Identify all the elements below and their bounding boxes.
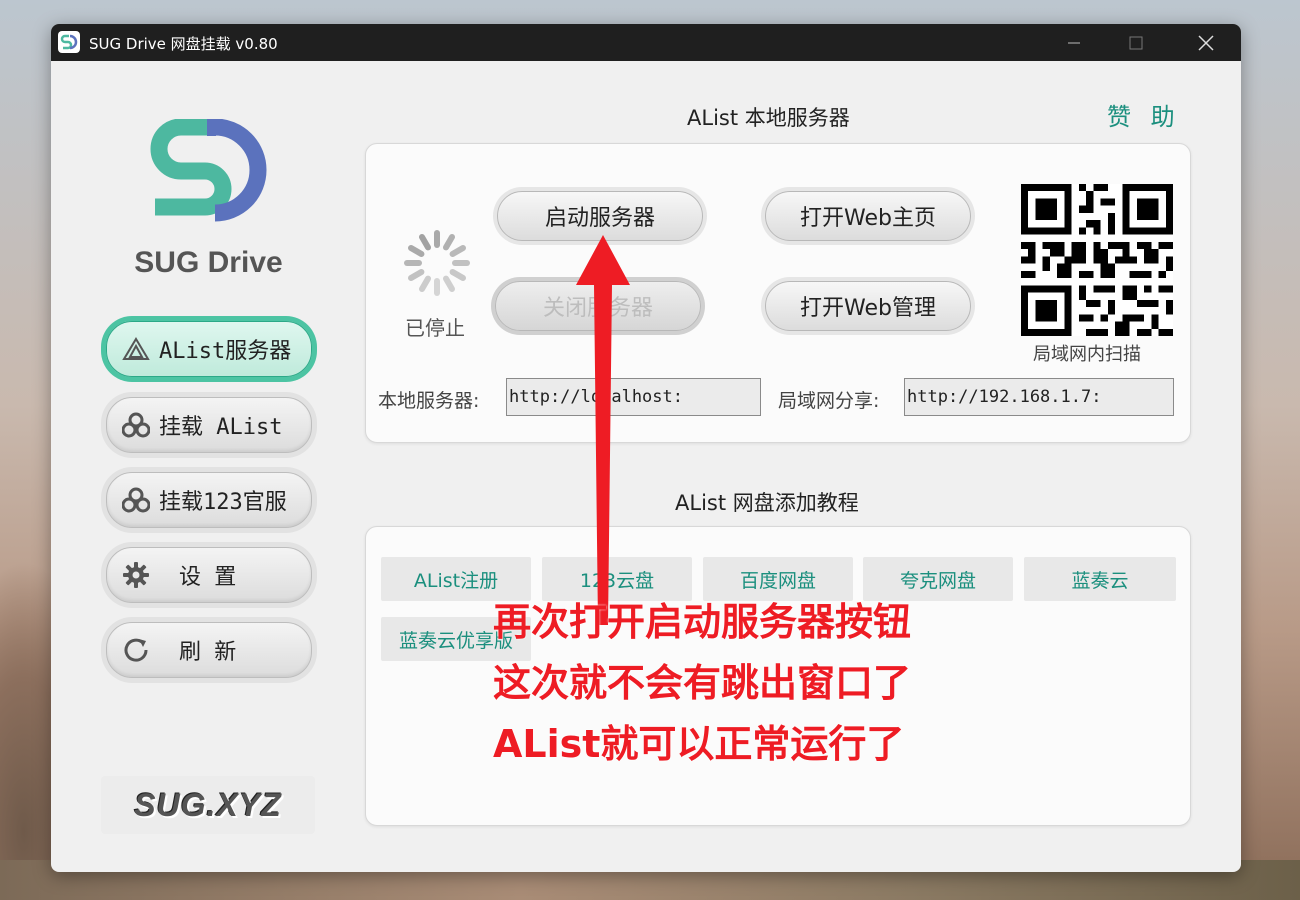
maximize-button[interactable] <box>1113 24 1159 61</box>
sidebar-item-label: 设 置 <box>179 565 237 590</box>
minimize-icon <box>1068 42 1080 43</box>
qr-code <box>1021 184 1173 340</box>
window-title: SUG Drive 网盘挂载 v0.80 <box>89 35 278 53</box>
maximize-icon <box>1129 36 1143 49</box>
server-section-title: AList 本地服务器 <box>687 106 850 130</box>
sidebar-item-label: AList服务器 <box>159 339 292 364</box>
sidebar-item-settings[interactable]: 设 置 <box>106 547 312 603</box>
sug-drive-logo-icon <box>145 118 275 233</box>
open-web-admin-button[interactable]: 打开Web管理 <box>765 281 971 331</box>
annotation-text: 再次打开启动服务器按钮 这次就不会有跳出窗口了 AList就可以正常运行了 <box>493 592 911 775</box>
lan-share-label: 局域网分享: <box>778 390 880 412</box>
sidebar-item-alist-server[interactable]: AList服务器 <box>106 321 312 377</box>
sidebar-item-refresh[interactable]: 刷 新 <box>106 622 312 678</box>
sidebar-item-mount-alist[interactable]: 挂载 AList <box>106 397 312 453</box>
minimize-button[interactable] <box>1051 24 1097 61</box>
sidebar-item-label: 刷 新 <box>179 640 237 665</box>
tutorial-section-title: AList 网盘添加教程 <box>675 491 859 515</box>
tutorial-link-lanzou[interactable]: 蓝奏云 <box>1024 557 1176 601</box>
annotation-line: 再次打开启动服务器按钮 <box>493 600 912 644</box>
qr-caption: 局域网内扫描 <box>1033 344 1141 365</box>
close-button[interactable] <box>1183 24 1229 61</box>
logo-name: SUG Drive <box>134 246 283 279</box>
sidebar-item-label: 挂载 AList <box>159 415 283 440</box>
refresh-icon <box>121 635 151 665</box>
local-server-field[interactable] <box>506 378 761 416</box>
cloud-link-icon <box>121 410 151 440</box>
local-server-label: 本地服务器: <box>378 390 480 412</box>
loading-spinner-icon <box>401 227 473 303</box>
cloud-link-icon <box>121 485 151 515</box>
sidebar-item-label: 挂载123官服 <box>159 490 287 515</box>
lan-share-field[interactable] <box>904 378 1174 416</box>
stop-server-button[interactable]: 关闭服务器 <box>495 281 701 331</box>
sug-xyz-logo[interactable]: SUG.XYZ <box>101 776 315 834</box>
alist-icon <box>121 334 151 364</box>
app-icon <box>58 31 80 53</box>
open-web-home-button[interactable]: 打开Web主页 <box>765 191 971 241</box>
server-status: 已停止 <box>405 316 465 340</box>
close-icon <box>1198 34 1214 51</box>
annotation-line: AList就可以正常运行了 <box>493 722 905 766</box>
sidebar-item-mount-123[interactable]: 挂载123官服 <box>106 472 312 528</box>
start-server-button[interactable]: 启动服务器 <box>497 191 703 241</box>
sponsor-link[interactable]: 赞 助 <box>1107 97 1181 132</box>
title-bar: SUG Drive 网盘挂载 v0.80 <box>51 24 1241 61</box>
gear-icon <box>121 560 151 590</box>
annotation-line: 这次就不会有跳出窗口了 <box>493 661 912 705</box>
